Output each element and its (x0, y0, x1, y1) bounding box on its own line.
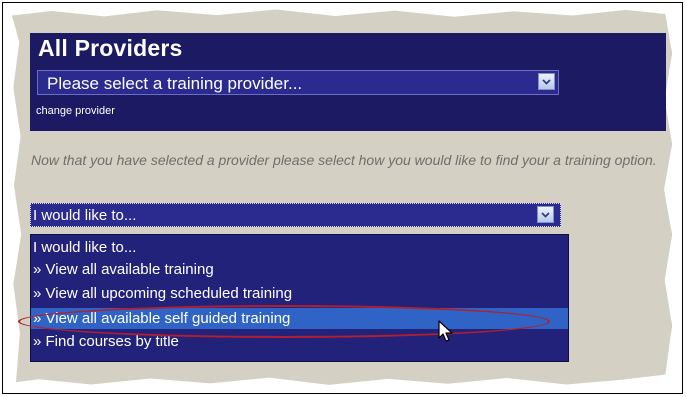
chevron-down-icon (541, 211, 550, 218)
provider-select[interactable]: Please select a training provider... (37, 70, 559, 95)
provider-dropdown-button[interactable] (538, 73, 555, 90)
training-option-list: I would like to... » View all available … (30, 234, 569, 362)
instruction-text: Now that you have selected a provider pl… (31, 152, 657, 168)
provider-select-value: Please select a training provider... (47, 74, 303, 93)
training-option-select[interactable]: I would like to... (30, 203, 561, 227)
mouse-pointer-icon (438, 320, 453, 342)
provider-header: All Providers Please select a training p… (30, 33, 666, 131)
option-view-all-available-training[interactable]: » View all available training (31, 259, 568, 280)
change-provider-link[interactable]: change provider (36, 105, 115, 117)
page-title: All Providers (38, 35, 183, 61)
chevron-down-icon (542, 78, 551, 85)
training-option-select-value: I would like to... (33, 207, 137, 224)
option-would-like-to[interactable]: I would like to... (31, 237, 568, 258)
training-option-dropdown-button[interactable] (537, 206, 554, 223)
option-view-upcoming-scheduled-training[interactable]: » View all upcoming scheduled training (31, 283, 568, 304)
annotation-highlight-circle (18, 305, 550, 338)
